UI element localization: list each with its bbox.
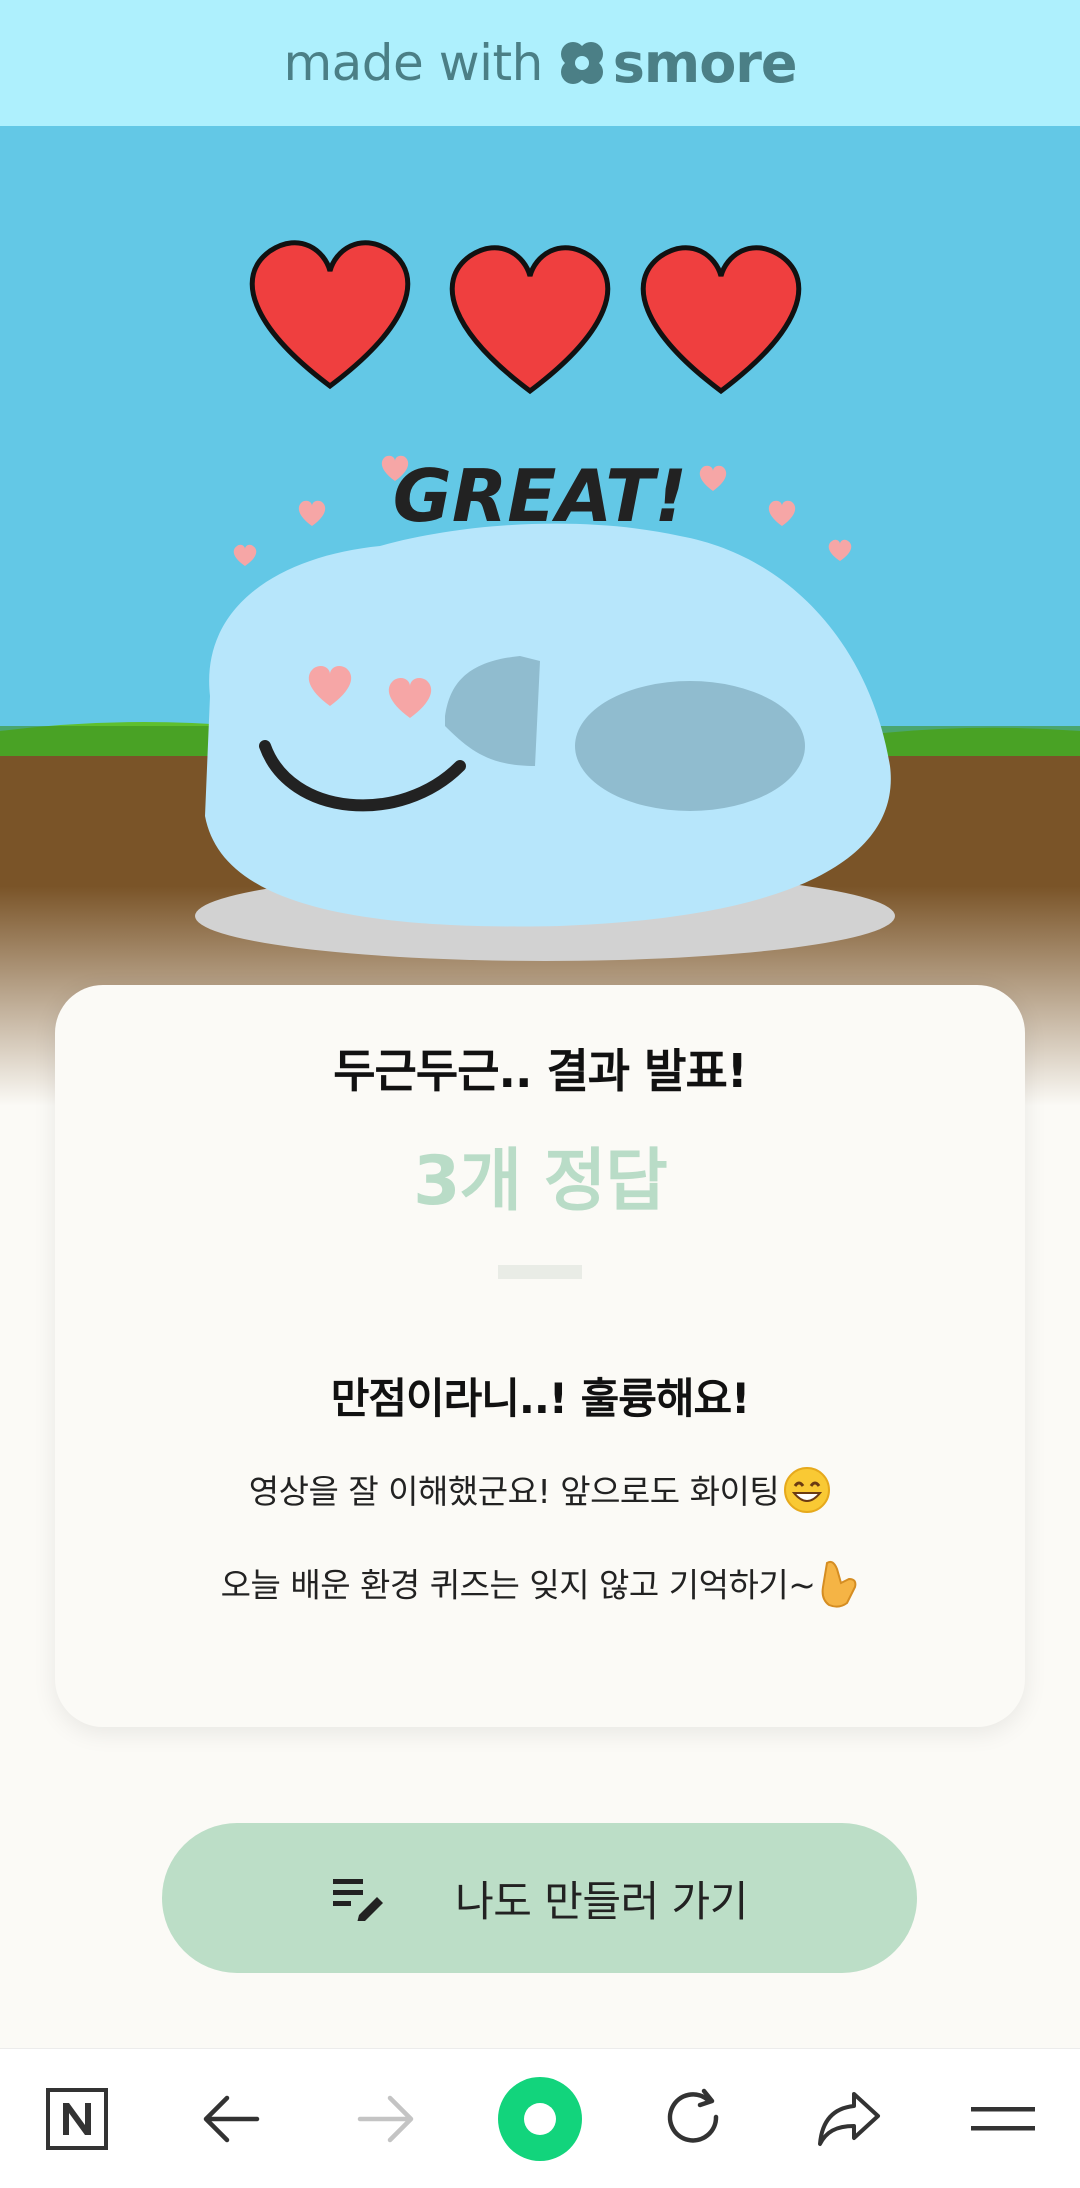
n-logo-icon (46, 2087, 109, 2150)
result-line-1-text: 영상을 잘 이해했군요! 앞으로도 화이팅 (248, 1472, 780, 1511)
divider (498, 1265, 582, 1279)
green-dot-button[interactable] (480, 2059, 600, 2179)
result-line-2-text: 오늘 배운 환경 퀴즈는 잊지 않고 기억하기~ (220, 1565, 816, 1605)
make-my-own-button[interactable]: 나도 만들러 가기 (162, 1823, 917, 1973)
make-my-own-label: 나도 만들러 가기 (455, 1876, 748, 1926)
smore-brand-text: smore (612, 31, 798, 95)
made-with-smore-banner[interactable]: made with smore (0, 0, 1080, 126)
smore-flower-icon (560, 42, 603, 84)
reload-button[interactable] (634, 2059, 754, 2179)
share-button[interactable] (789, 2059, 909, 2179)
hamburger-icon (970, 2106, 1035, 2130)
result-illustration: GREAT! (0, 126, 1080, 1106)
share-icon (817, 2091, 880, 2146)
back-button[interactable] (171, 2059, 291, 2179)
made-with-text: made with (283, 34, 543, 92)
grin-emoji-icon (783, 1466, 831, 1522)
menu-button[interactable] (943, 2059, 1063, 2179)
score-text: 3개 정답 (413, 1142, 668, 1221)
result-headline: 만점이라니..! 훌륭해요! (330, 1374, 751, 1423)
forward-button[interactable] (326, 2059, 446, 2179)
arrow-right-icon (357, 2095, 413, 2142)
browser-bottom-nav (0, 2048, 1080, 2188)
result-line-2: 오늘 배운 환경 퀴즈는 잊지 않고 기억하기~ (55, 1557, 1025, 1617)
result-card: 두근두근.. 결과 발표! 3개 정답 만점이라니..! 훌륭해요! 영상을 잘… (55, 985, 1025, 1727)
naver-home-button[interactable] (17, 2059, 137, 2179)
card-title: 두근두근.. 결과 발표! (333, 1044, 748, 1098)
green-circle-icon (497, 2076, 582, 2161)
smore-logo: smore (557, 31, 798, 95)
arrow-left-icon (204, 2095, 260, 2142)
reload-icon (668, 2088, 719, 2143)
edit-list-icon (331, 1875, 385, 1921)
call-me-hand-emoji-icon (819, 1557, 859, 1617)
result-line-1: 영상을 잘 이해했군요! 앞으로도 화이팅 (55, 1465, 1025, 1522)
